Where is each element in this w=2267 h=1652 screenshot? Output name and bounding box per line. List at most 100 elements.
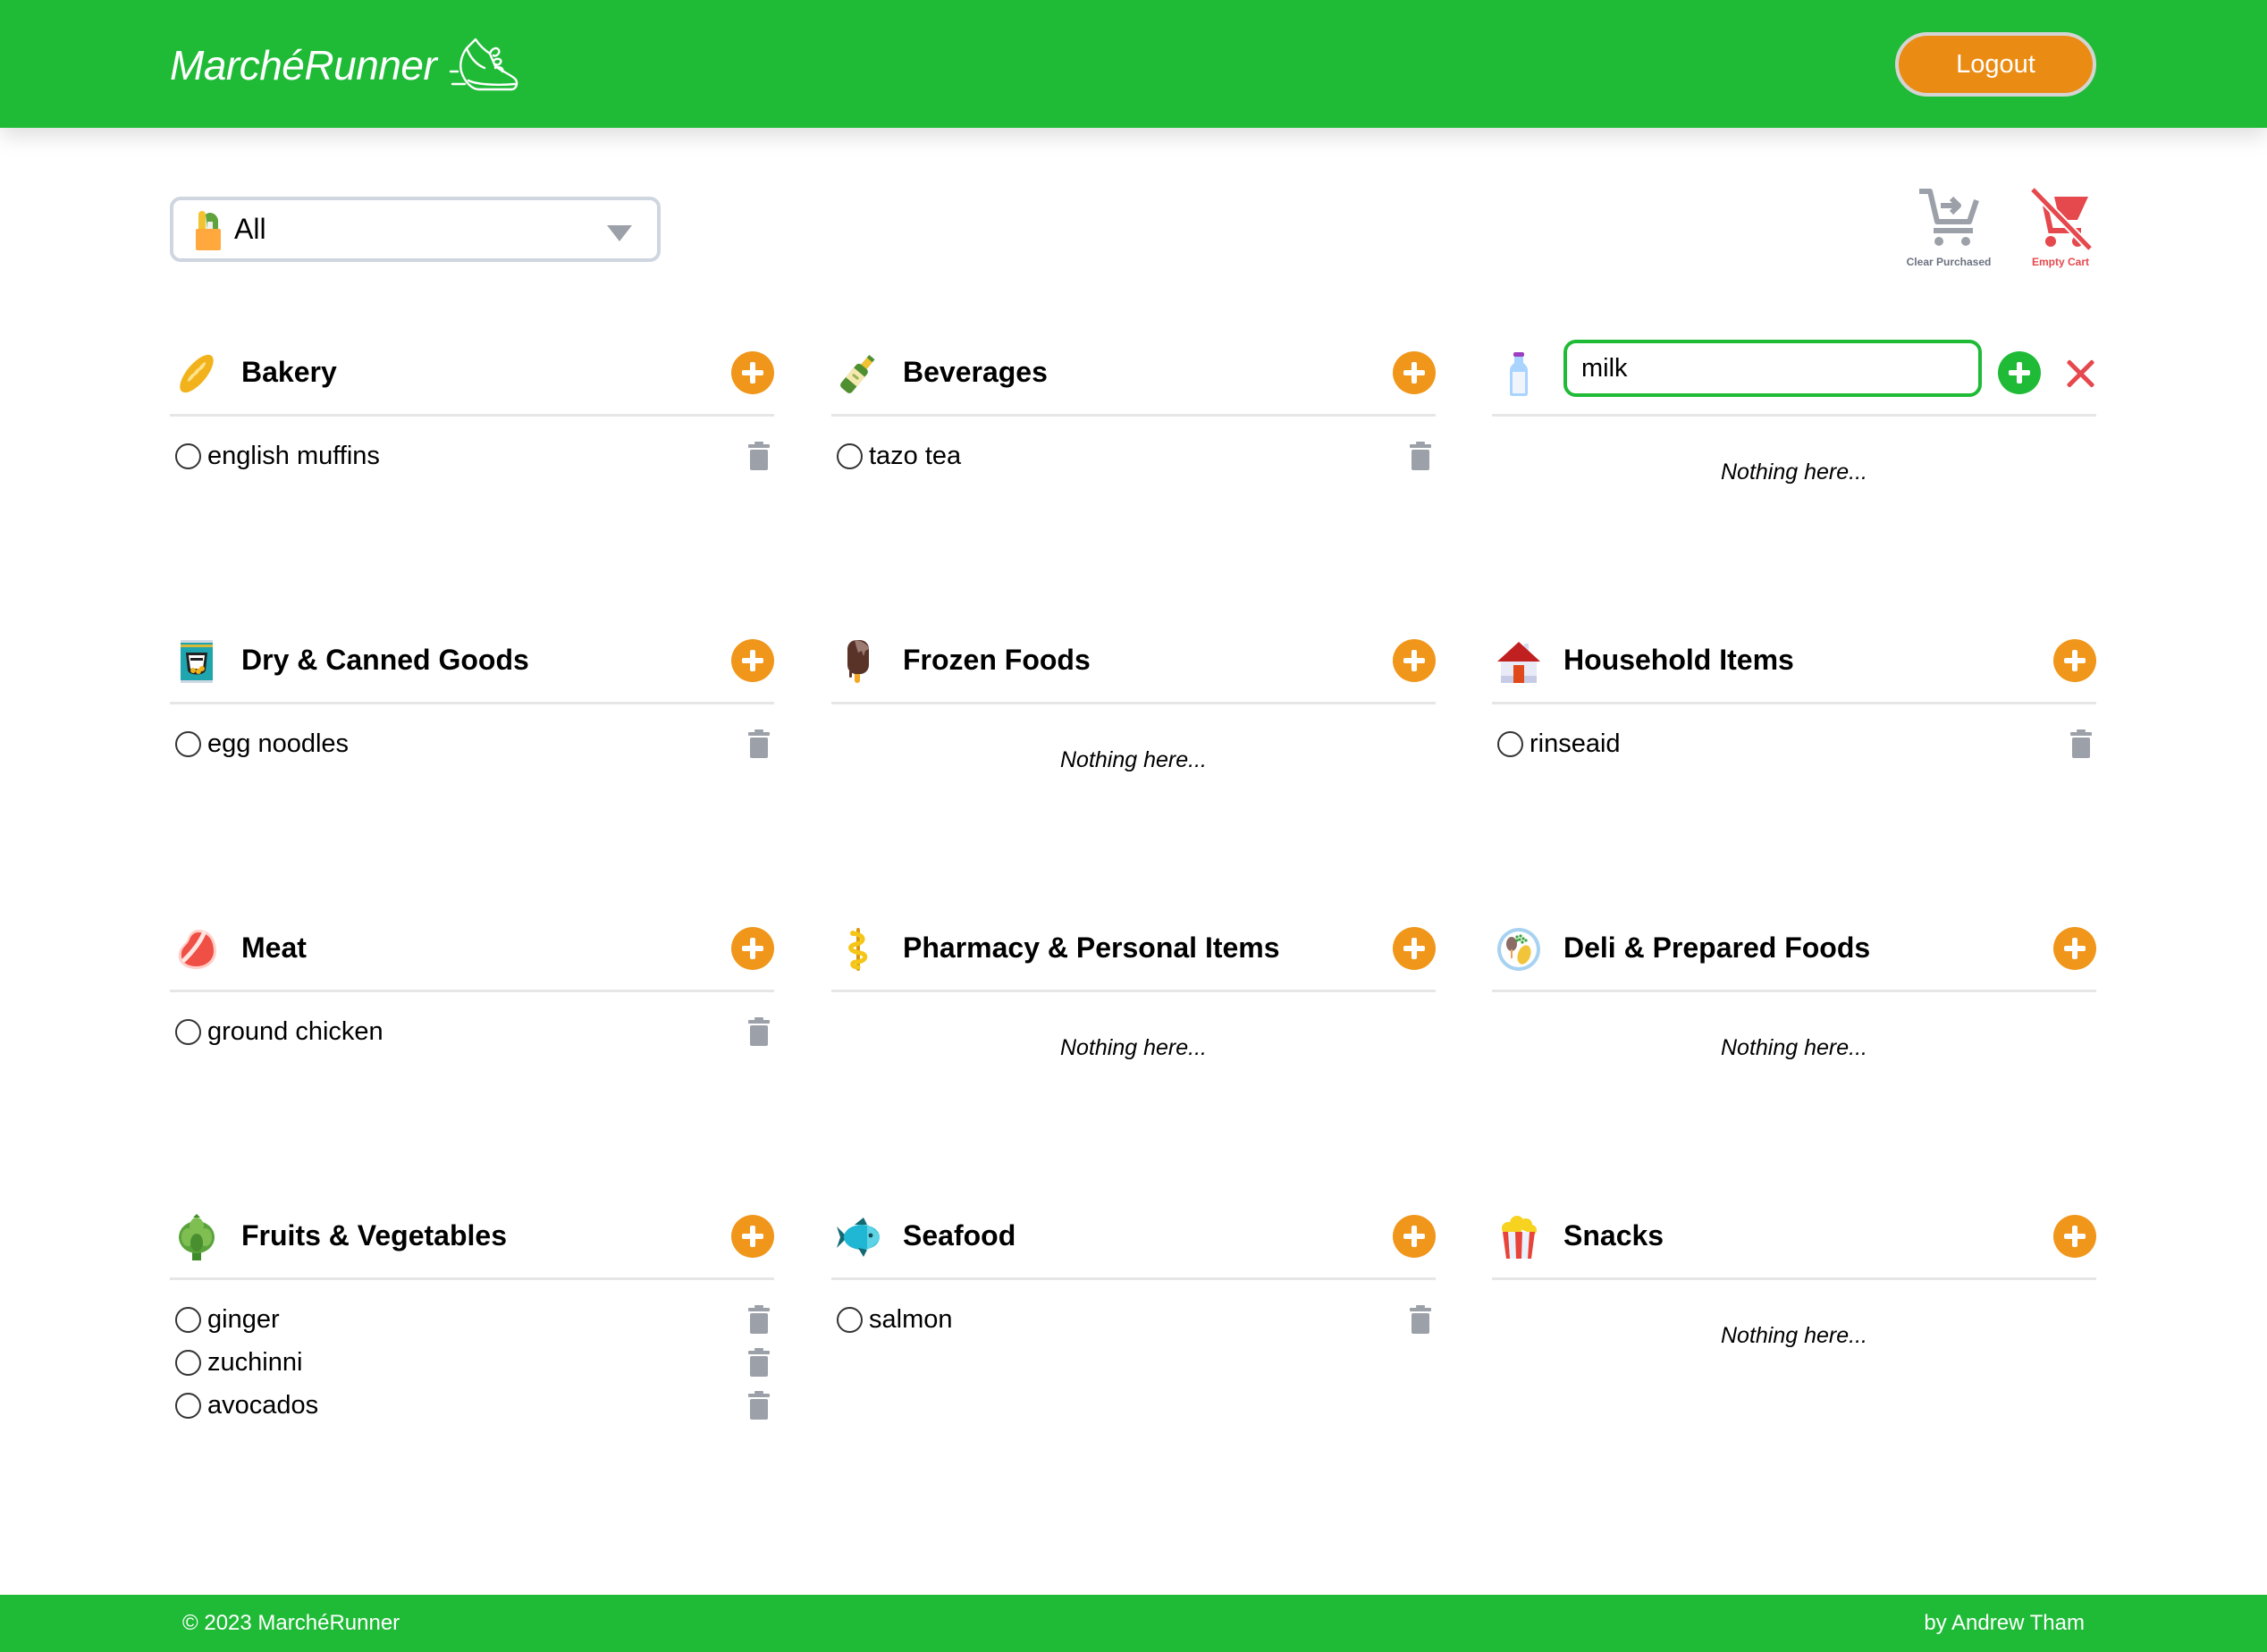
category-card: Household Items rinseaid [1492,617,2096,765]
category-card: Nothing here... [1492,329,2096,485]
purchased-checkbox[interactable] [175,730,201,757]
grocery-bag-icon [196,210,221,250]
new-item-input[interactable] [1563,340,1982,397]
item-list: tazo tea [831,417,1436,477]
clear-purchased-label: Clear Purchased [1906,256,1992,268]
list-item: avocados [170,1384,774,1427]
purchased-checkbox[interactable] [175,1349,201,1376]
add-item-button[interactable] [2053,927,2096,970]
category-header: Deli & Prepared Foods [1492,905,2096,992]
purchased-checkbox[interactable] [175,1306,201,1333]
fish-icon [835,1214,881,1260]
add-item-button[interactable] [731,927,774,970]
empty-cart-label: Empty Cart [2031,256,2089,268]
add-item-button[interactable] [731,351,774,394]
footer-author: by Andrew Tham [1924,1611,2085,1635]
item-name: rinseaid [1530,729,1621,758]
category-filter-value: All [234,213,266,245]
category-title: Meat [241,931,307,964]
item-name: salmon [869,1304,953,1334]
add-item-button[interactable] [1393,639,1436,682]
category-filter-select[interactable]: All [170,197,661,262]
category-title: Seafood [903,1219,1016,1252]
list-item: egg noodles [170,722,774,765]
item-name: ginger [207,1304,280,1334]
item-list: salmon [831,1280,1436,1341]
trash-icon[interactable] [2069,729,2093,758]
list-item: ground chicken [170,1010,774,1053]
purchased-checkbox[interactable] [175,442,201,469]
item-list: rinseaid [1492,704,2096,765]
list-item: zuchinni [170,1341,774,1384]
milk-bottle-icon [1496,350,1542,397]
confirm-add-item-button[interactable] [1998,351,2041,394]
category-card: Fruits & Vegetables ginger zuchinni avocado… [170,1193,774,1427]
artichoke-icon [173,1214,220,1260]
trash-icon[interactable] [1409,1305,1432,1334]
trash-icon[interactable] [747,1305,771,1334]
category-title: Snacks [1563,1219,1664,1252]
add-item-button[interactable] [731,639,774,682]
purchased-checkbox[interactable] [837,442,863,469]
purchased-checkbox[interactable] [837,1306,863,1333]
clear-purchased-button[interactable]: Clear Purchased [1891,186,2007,275]
running-shoe-icon [450,38,518,91]
category-header: Bakery [170,329,774,417]
category-title: Bakery [241,356,337,388]
trash-icon[interactable] [747,442,771,470]
category-header: Seafood [831,1193,1436,1280]
category-card: Meat ground chicken [170,905,774,1053]
list-item: rinseaid [1492,722,2096,765]
category-title: Pharmacy & Personal Items [903,931,1280,964]
trash-icon[interactable] [747,1348,771,1377]
trash-icon[interactable] [747,1017,771,1046]
add-item-button[interactable] [1393,1215,1436,1258]
category-header: Frozen Foods [831,617,1436,704]
empty-list-message: Nothing here... [1721,1035,1867,1060]
item-name: ground chicken [207,1016,383,1046]
item-list: ginger zuchinni avocados [170,1280,774,1427]
add-item-button[interactable] [731,1215,774,1258]
empty-list-message: Nothing here... [1060,1035,1207,1060]
popsicle-icon [835,638,881,685]
category-card: Bakery english muffins [170,329,774,477]
trash-icon[interactable] [747,729,771,758]
empty-cart-button[interactable]: Empty Cart [2002,186,2119,275]
item-list: Nothing here... [1492,417,2096,485]
trash-icon[interactable] [1409,442,1432,470]
add-item-button[interactable] [2053,639,2096,682]
list-item: ginger [170,1298,774,1341]
add-item-button[interactable] [2053,1215,2096,1258]
item-name: english muffins [207,441,380,470]
plate-meal-icon [1496,926,1542,973]
category-title: Frozen Foods [903,644,1091,676]
app-logo[interactable]: MarchéRunner [170,34,524,97]
empty-list-message: Nothing here... [1060,747,1207,772]
category-header: Household Items [1492,617,2096,704]
purchased-checkbox[interactable] [175,1392,201,1419]
canned-goods-icon [173,638,220,685]
list-item: tazo tea [831,434,1436,477]
category-title: Deli & Prepared Foods [1563,931,1871,964]
caduceus-icon [835,926,881,973]
add-item-button[interactable] [1393,927,1436,970]
purchased-checkbox[interactable] [1497,730,1523,757]
item-name: tazo tea [869,441,962,470]
add-item-button[interactable] [1393,351,1436,394]
category-title: Dry & Canned Goods [241,644,529,676]
popcorn-icon [1496,1214,1542,1260]
trash-icon[interactable] [747,1391,771,1420]
logout-button[interactable]: Logout [1895,32,2096,97]
purchased-checkbox[interactable] [175,1018,201,1045]
cart-off-icon [2029,186,2094,252]
app-name: MarchéRunner [170,42,437,88]
category-title: Fruits & Vegetables [241,1219,507,1252]
cancel-add-item-button[interactable] [2064,358,2096,390]
cart-arrow-icon [1919,189,1979,246]
category-header: Fruits & Vegetables [170,1193,774,1280]
house-icon [1496,638,1542,685]
footer: © 2023 MarchéRunner by Andrew Tham [0,1595,2267,1652]
top-navbar: MarchéRunner Logout [0,0,2267,128]
category-title: Household Items [1563,644,1794,676]
category-header: Beverages [831,329,1436,417]
